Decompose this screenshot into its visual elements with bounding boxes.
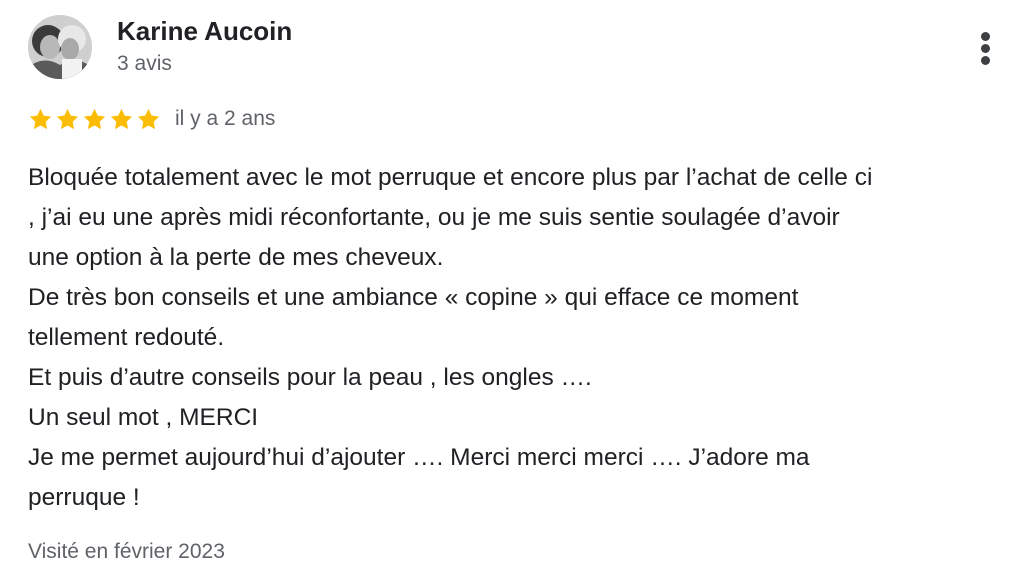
profile-photo-icon [28, 15, 92, 79]
star-rating [28, 107, 163, 132]
review-card: Karine Aucoin 3 avis il y a 2 ans Bloqué… [0, 0, 1028, 570]
review-text-line: Bloquée totalement avec le mot perruque … [28, 164, 873, 191]
star-icon [109, 107, 134, 132]
review-text-line: perruque ! [28, 484, 140, 511]
star-icon [82, 107, 107, 132]
author-avatar[interactable] [28, 15, 92, 79]
star-icon [28, 107, 53, 132]
more-options-button[interactable] [970, 28, 1002, 68]
review-text-line: Un seul mot , MERCI [28, 404, 259, 431]
rating-row: il y a 2 ans [28, 104, 275, 134]
review-text: Bloquée totalement avec le mot perruque … [28, 158, 1013, 518]
author-name[interactable]: Karine Aucoin [117, 16, 292, 47]
review-text-line: Je me permet aujourd’hui d’ajouter …. Me… [28, 444, 810, 471]
visit-date: Visité en février 2023 [28, 540, 225, 563]
review-text-line: De très bon conseils et une ambiance « c… [28, 284, 799, 311]
review-date: il y a 2 ans [175, 107, 276, 130]
star-icon [136, 107, 161, 132]
review-text-line: , j’ai eu une après midi réconfortante, … [28, 204, 840, 231]
review-text-line: Et puis d’autre conseils pour la peau , … [28, 364, 592, 391]
author-review-count: 3 avis [117, 52, 172, 75]
review-text-line: tellement redouté. [28, 324, 225, 351]
star-icon [55, 107, 80, 132]
review-text-line: une option à la perte de mes cheveux. [28, 244, 444, 271]
